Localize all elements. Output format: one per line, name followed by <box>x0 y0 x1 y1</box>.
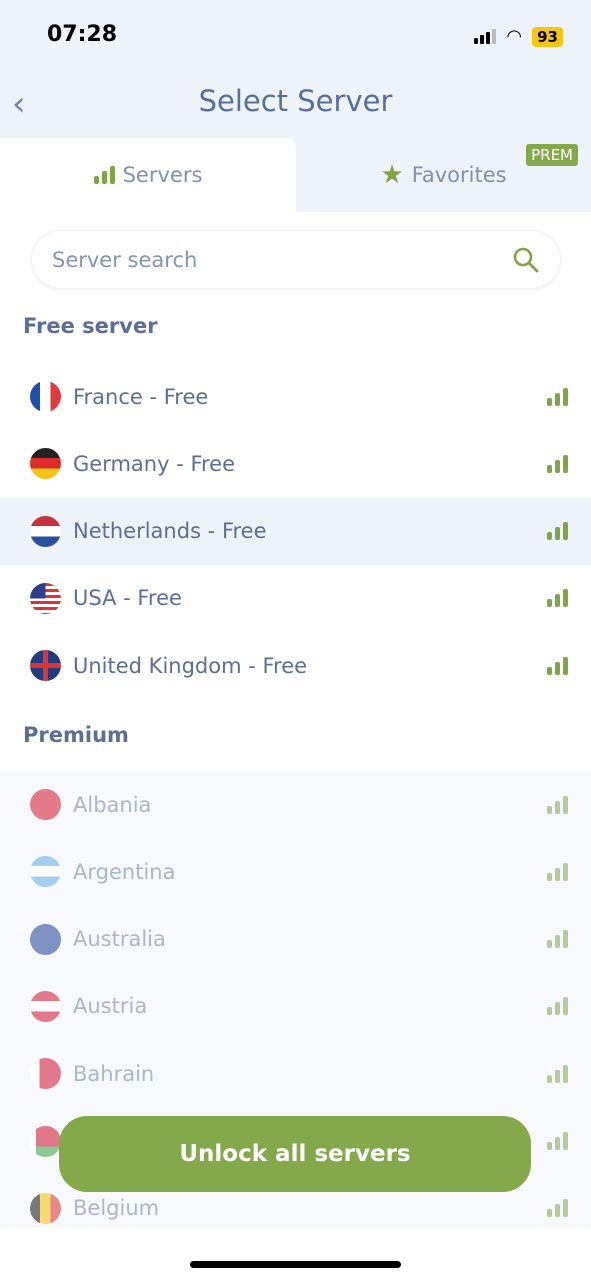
status-time: 07:28 <box>47 22 118 47</box>
flag-de-icon <box>30 448 61 480</box>
signal-strength-icon <box>547 795 568 814</box>
tab-servers[interactable]: Servers <box>0 138 296 212</box>
free-section-title: Free server <box>23 314 158 338</box>
status-icons: ◠ 93 <box>474 26 563 47</box>
premium-section-title: Premium <box>23 723 129 747</box>
server-row[interactable]: Bahrain <box>0 1040 591 1107</box>
signal-strength-icon <box>547 862 568 881</box>
server-name: Austria <box>73 994 148 1019</box>
flag-by-icon <box>30 1125 61 1157</box>
unlock-all-servers-button[interactable]: Unlock all servers <box>59 1116 531 1192</box>
server-name: Albania <box>73 792 152 817</box>
search-icon[interactable] <box>512 246 540 274</box>
page-title: Select Server <box>198 84 393 118</box>
prem-badge: PREM <box>526 144 578 166</box>
flag-al-icon <box>30 789 61 820</box>
tab-servers-label: Servers <box>122 163 203 187</box>
server-row[interactable]: Argentina <box>0 838 591 905</box>
flag-us-icon <box>30 582 61 614</box>
flag-bh-icon <box>30 1058 61 1090</box>
server-row[interactable]: Austria <box>0 973 591 1040</box>
signal-strength-icon <box>547 522 568 541</box>
signal-strength-icon <box>547 1132 568 1150</box>
battery-indicator: 93 <box>532 26 563 47</box>
signal-strength-icon <box>547 656 568 675</box>
server-name: Bahrain <box>73 1061 155 1086</box>
signal-strength-icon <box>547 387 568 406</box>
signal-strength-icon <box>547 1199 568 1218</box>
flag-at-icon <box>30 990 61 1022</box>
server-search[interactable] <box>31 230 561 289</box>
signal-strength-icon <box>547 454 568 473</box>
flag-gb-icon <box>30 650 61 682</box>
server-name: Australia <box>73 927 166 952</box>
flag-fr-icon <box>30 381 61 412</box>
server-name: Germany - Free <box>73 451 236 476</box>
flag-ar-icon <box>30 856 61 888</box>
flag-au-icon <box>30 923 61 955</box>
server-row[interactable]: Australia <box>0 906 591 973</box>
tab-favorites-label: Favorites <box>411 163 507 187</box>
server-row[interactable]: Albania <box>0 771 591 838</box>
signal-strength-icon <box>547 997 568 1016</box>
flag-be-icon <box>30 1192 61 1224</box>
server-row[interactable]: Netherlands - Free <box>0 497 591 565</box>
cellular-icon <box>474 29 497 44</box>
server-name: Argentina <box>73 859 176 884</box>
server-name: Belgium <box>73 1196 160 1221</box>
server-name: Netherlands - Free <box>73 519 267 544</box>
server-row[interactable]: France - Free <box>0 363 591 430</box>
star-icon: ★ <box>380 160 404 190</box>
wifi-icon: ◠ <box>506 26 523 47</box>
signal-strength-icon <box>547 589 568 608</box>
server-name: France - Free <box>73 384 209 409</box>
home-indicator[interactable] <box>190 1261 401 1268</box>
server-row[interactable]: USA - Free <box>0 565 591 632</box>
search-input[interactable] <box>52 247 512 272</box>
server-row[interactable]: United Kingdom - Free <box>0 632 591 699</box>
signal-strength-icon <box>547 1064 568 1083</box>
signal-icon <box>93 166 115 184</box>
server-row[interactable]: Germany - Free <box>0 430 591 497</box>
flag-nl-icon <box>30 515 61 547</box>
signal-strength-icon <box>547 930 568 949</box>
server-name: USA - Free <box>73 586 182 611</box>
server-name: United Kingdom - Free <box>73 653 308 678</box>
